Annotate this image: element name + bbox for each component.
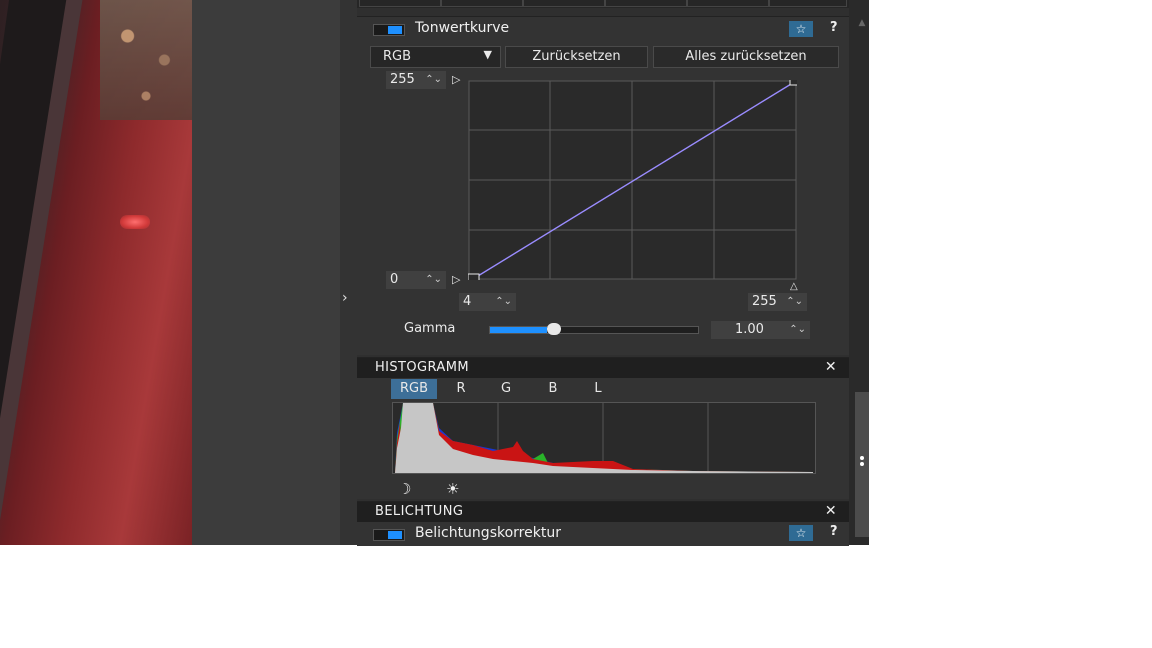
more-options-icon[interactable] bbox=[858, 454, 866, 474]
scroll-up-icon[interactable]: ▲ bbox=[855, 18, 869, 28]
output-min-value: 0 bbox=[390, 272, 399, 287]
channel-dropdown-value: RGB bbox=[383, 49, 412, 64]
gamma-label: Gamma bbox=[404, 321, 456, 336]
spinner-arrows-icon: ⌃⌄ bbox=[789, 324, 806, 335]
output-min-spinner[interactable]: 0 ⌃⌄ bbox=[386, 271, 446, 289]
chevron-down-icon: ▼ bbox=[483, 48, 492, 61]
exposure-title: BELICHTUNG bbox=[375, 504, 464, 519]
spinner-arrows-icon: ⌃⌄ bbox=[425, 74, 442, 85]
tool-tab-3[interactable] bbox=[523, 0, 605, 7]
tool-icon-strip bbox=[357, 0, 849, 8]
star-icon[interactable]: ☆ bbox=[789, 525, 813, 541]
tool-tab-1[interactable] bbox=[359, 0, 441, 7]
exposure-tool-title: Belichtungskorrektur bbox=[415, 525, 561, 541]
histogram-tab-l[interactable]: L bbox=[584, 379, 612, 399]
photo-red-light bbox=[120, 215, 150, 229]
exposure-section: BELICHTUNG ✕ Belichtungskorrektur ☆ ? bbox=[357, 501, 849, 546]
gamma-slider-fill bbox=[490, 327, 548, 333]
input-max-marker-icon[interactable]: △ bbox=[790, 281, 798, 292]
gamma-slider-knob[interactable] bbox=[547, 323, 562, 335]
tone-curve-title: Tonwertkurve bbox=[415, 20, 510, 36]
input-max-value: 255 bbox=[752, 294, 777, 309]
output-max-value: 255 bbox=[390, 72, 415, 87]
histogram-tab-b[interactable]: B bbox=[539, 379, 567, 399]
photo-preview[interactable] bbox=[0, 0, 192, 545]
input-min-spinner[interactable]: 4 ⌃⌄ bbox=[459, 293, 516, 311]
reset-button[interactable]: Zurücksetzen bbox=[505, 46, 648, 68]
close-icon[interactable]: ✕ bbox=[825, 359, 837, 375]
star-icon[interactable]: ☆ bbox=[789, 21, 813, 37]
spinner-arrows-icon: ⌃⌄ bbox=[495, 296, 512, 307]
histogram-tab-g[interactable]: G bbox=[492, 379, 520, 399]
gamma-spinner[interactable]: 1.00 ⌃⌄ bbox=[711, 321, 810, 339]
reset-all-button[interactable]: Alles zurücksetzen bbox=[653, 46, 839, 68]
tone-curve-graph[interactable] bbox=[468, 80, 797, 280]
tool-tab-6[interactable] bbox=[769, 0, 847, 7]
exposure-tool-header: Belichtungskorrektur ☆ ? bbox=[357, 522, 849, 546]
histogram-tab-rgb[interactable]: RGB bbox=[391, 379, 437, 399]
tool-tab-2[interactable] bbox=[441, 0, 523, 7]
tool-tab-4[interactable] bbox=[605, 0, 687, 7]
spinner-arrows-icon: ⌃⌄ bbox=[786, 296, 803, 307]
spinner-arrows-icon: ⌃⌄ bbox=[425, 274, 442, 285]
exposure-toggle[interactable] bbox=[373, 529, 405, 541]
tone-curve-header: Tonwertkurve ☆ ? bbox=[357, 17, 849, 41]
output-max-spinner[interactable]: 255 ⌃⌄ bbox=[386, 71, 446, 89]
close-icon[interactable]: ✕ bbox=[825, 503, 837, 519]
sun-icon[interactable]: ☀ bbox=[446, 480, 459, 498]
input-min-value: 4 bbox=[463, 294, 472, 309]
exposure-header: BELICHTUNG ✕ bbox=[357, 502, 849, 522]
moon-icon[interactable]: ☽ bbox=[398, 480, 411, 498]
histogram-title: HISTOGRAMM bbox=[375, 360, 469, 375]
input-max-spinner[interactable]: 255 ⌃⌄ bbox=[748, 293, 807, 311]
help-button[interactable]: ? bbox=[830, 524, 838, 539]
histogram-tab-r[interactable]: R bbox=[447, 379, 475, 399]
background-area bbox=[192, 0, 340, 545]
photo-bokeh bbox=[100, 0, 192, 120]
histogram-graph bbox=[392, 402, 816, 474]
curve-point-black[interactable] bbox=[468, 273, 480, 280]
curve-point-white[interactable] bbox=[789, 80, 797, 86]
gamma-value: 1.00 bbox=[735, 322, 764, 337]
chevron-right-icon[interactable]: › bbox=[342, 290, 348, 306]
panel-gutter bbox=[340, 0, 357, 545]
channel-dropdown[interactable]: RGB ▼ bbox=[370, 46, 501, 68]
tone-curve-toggle[interactable] bbox=[373, 24, 405, 36]
output-min-marker-icon[interactable]: ▷ bbox=[452, 273, 460, 286]
help-button[interactable]: ? bbox=[830, 20, 838, 35]
histogram-header: HISTOGRAMM ✕ bbox=[357, 358, 849, 378]
gamma-slider[interactable] bbox=[489, 323, 699, 335]
tool-tab-5[interactable] bbox=[687, 0, 769, 7]
output-max-marker-icon[interactable]: ▷ bbox=[452, 73, 460, 86]
